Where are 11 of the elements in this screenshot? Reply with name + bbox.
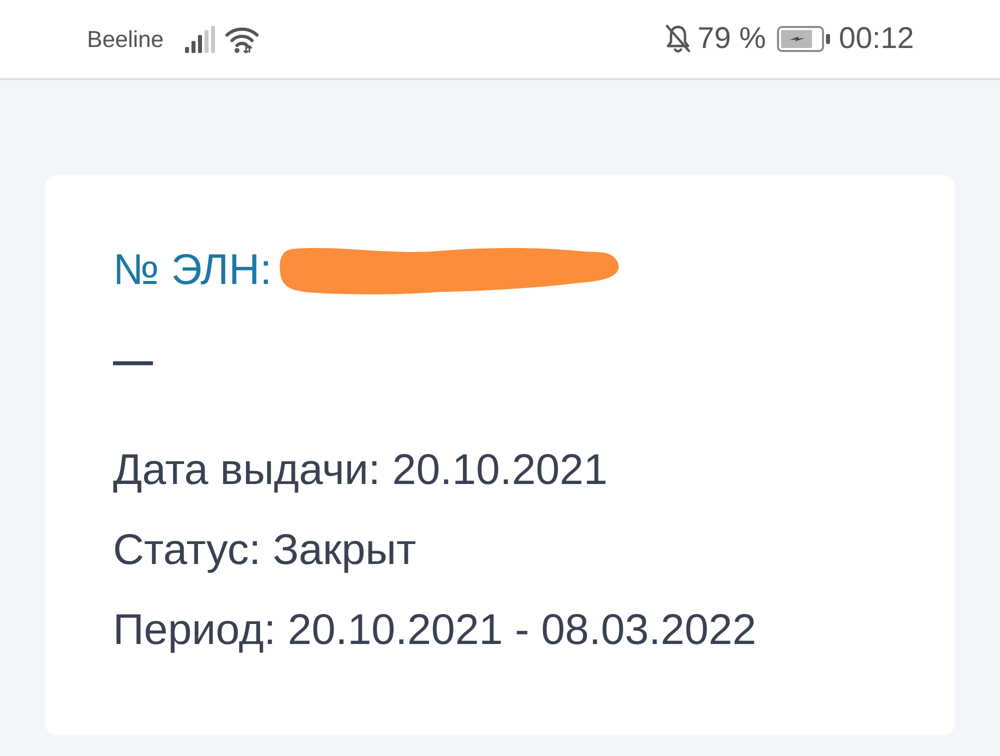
certificate-number-label: № ЭЛН: bbox=[113, 245, 272, 296]
carrier-name: Beeline bbox=[87, 26, 164, 52]
clock-time: 00:12 bbox=[838, 22, 914, 56]
battery-percent: 79 % bbox=[698, 22, 766, 56]
battery-charging-icon bbox=[776, 26, 831, 52]
wifi-icon bbox=[224, 26, 259, 52]
detail-text: Дата выдачи: 20.10.2021 bbox=[113, 445, 608, 496]
detail-text: Период: 20.10.2021 - 08.03.2022 bbox=[113, 605, 756, 656]
detail-text: Статус: Закрыт bbox=[113, 525, 418, 576]
empty-value-dash: — bbox=[113, 338, 153, 385]
signal-bars-icon bbox=[184, 26, 215, 52]
